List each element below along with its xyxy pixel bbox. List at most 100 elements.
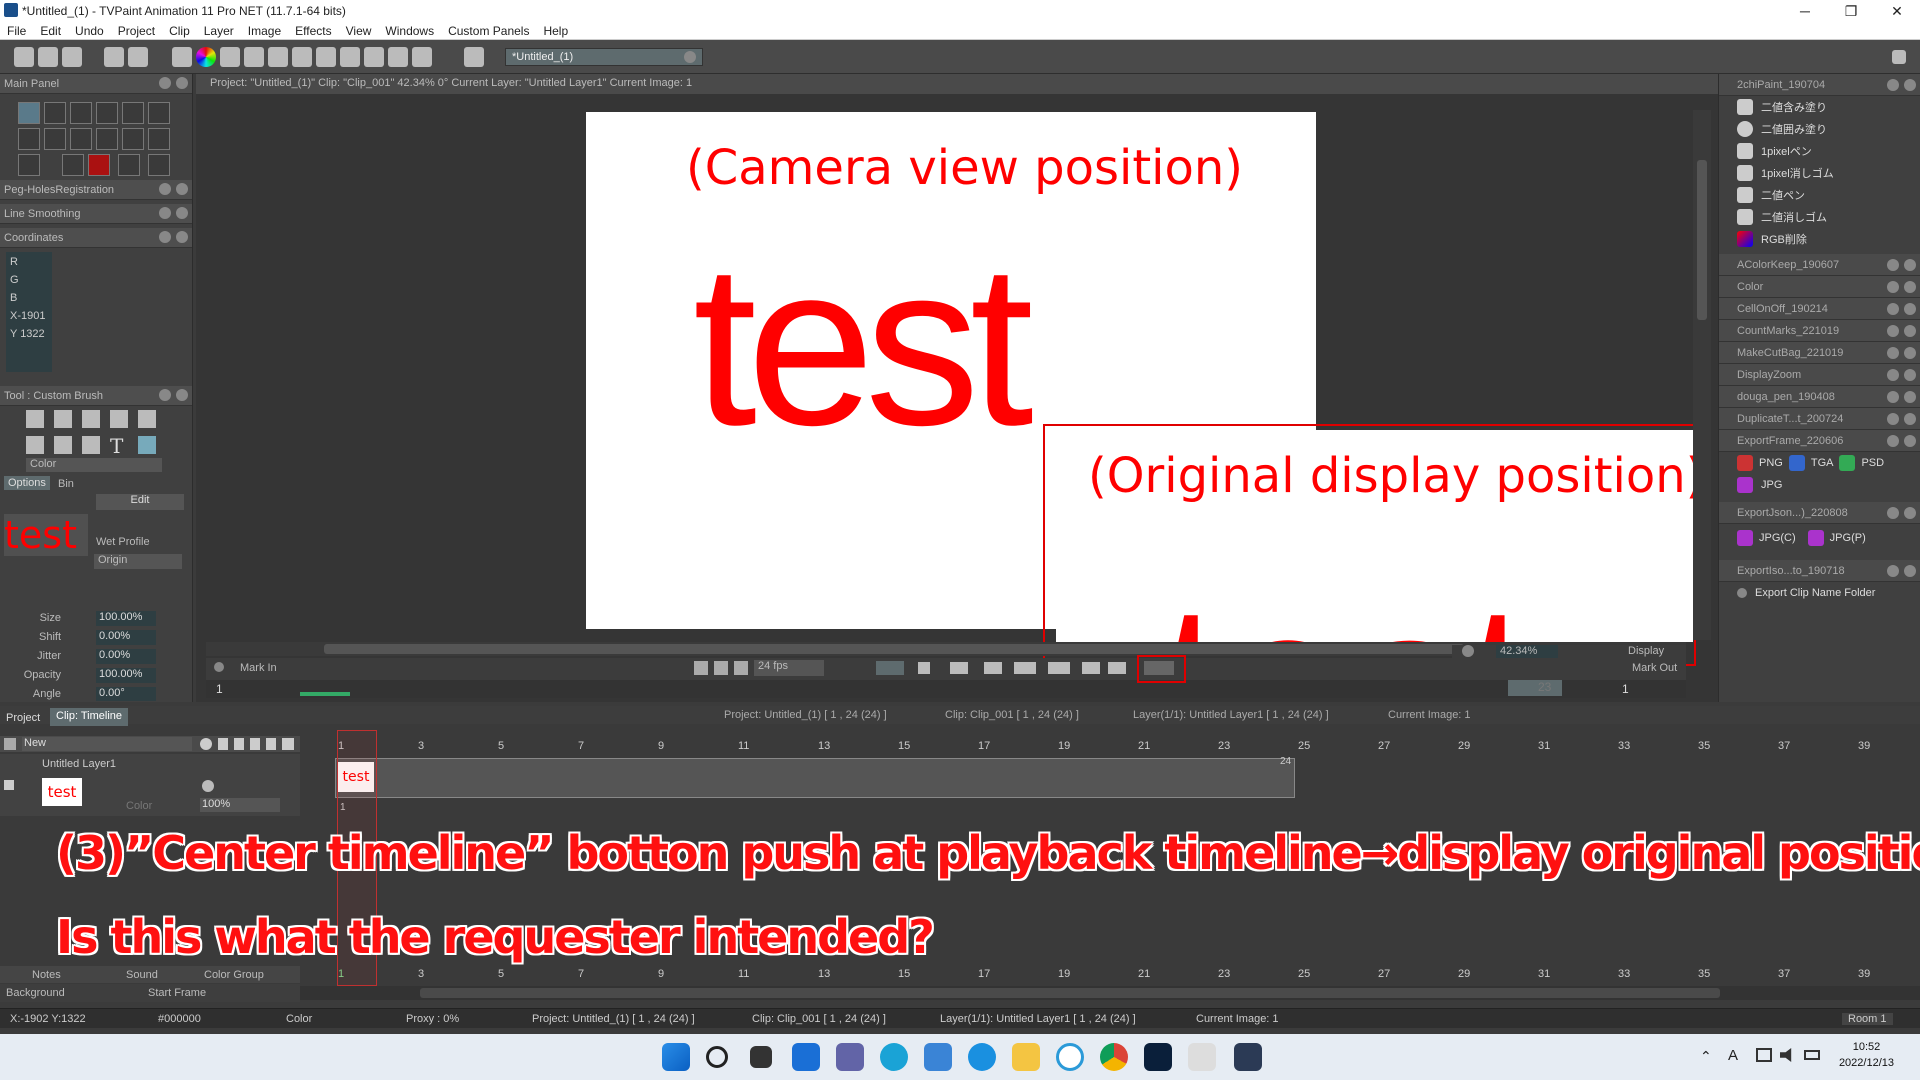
freehand-tool[interactable] [18,102,40,124]
room-selector[interactable]: Room 1 [1842,1013,1893,1025]
panel-menu-icon[interactable] [159,77,171,89]
send-icon[interactable] [412,47,432,67]
keyboard-icon[interactable] [172,47,192,67]
battery-icon[interactable] [1804,1050,1820,1060]
param-size-value[interactable]: 100.00% [96,611,156,626]
layers-icon[interactable] [244,47,264,67]
panel-close-icon[interactable] [176,231,188,243]
help-icon[interactable] [464,47,484,67]
param-shift-value[interactable]: 0.00% [96,630,156,645]
panel-expand-icon[interactable] [1887,507,1899,519]
menu-custom-panels[interactable]: Custom Panels [441,24,536,38]
panel-close-icon[interactable] [1904,413,1916,425]
panel-expand-icon[interactable] [1887,435,1899,447]
panel-header[interactable]: ExportIso...to_190718 [1719,560,1920,582]
panel-close-icon[interactable] [1904,303,1916,315]
task-view-icon[interactable] [750,1046,772,1068]
panel-close-icon[interactable] [1904,79,1916,91]
ellipse-tool[interactable] [96,102,118,124]
redo-icon[interactable] [128,47,148,67]
menu-help[interactable]: Help [536,24,575,38]
magnifier-icon[interactable] [316,47,336,67]
transform-tool[interactable] [96,128,118,150]
out-frame-value[interactable]: 1 [1622,682,1629,696]
menu-layer[interactable]: Layer [197,24,241,38]
timeline-scrollbar[interactable] [300,986,1920,1000]
ruler-icon[interactable] [292,47,312,67]
panel-close-icon[interactable] [1904,259,1916,271]
timeline-track[interactable] [335,758,1295,798]
panel-expand-icon[interactable] [1887,281,1899,293]
background-dropdown[interactable]: Background [6,987,65,999]
tab-options[interactable]: Options [4,476,50,490]
layer-brush-icon[interactable] [4,780,14,790]
tab-notes[interactable]: Notes [32,969,61,981]
camera-tool[interactable] [148,128,170,150]
last-frame-button[interactable] [984,662,1002,674]
export-folder-button[interactable]: Export Clip Name Folder [1719,582,1920,604]
panel-close-icon[interactable] [1904,565,1916,577]
link-icon[interactable] [250,738,260,750]
grid-tool[interactable] [122,128,144,150]
panel-header[interactable]: AColorKeep_190607 [1719,254,1920,276]
panel-header[interactable]: DisplayZoom [1719,364,1920,386]
speaker-icon[interactable] [1780,1048,1792,1062]
speaker-icon[interactable] [694,661,708,675]
eye-icon[interactable] [200,738,212,750]
prev-key-button[interactable] [1082,662,1100,674]
skull-tool[interactable] [18,154,40,176]
script-item[interactable]: 二値ペン [1719,184,1920,206]
maximize-button[interactable]: ❐ [1828,0,1874,22]
help-app-icon[interactable] [968,1043,996,1071]
rectangle-tool[interactable] [70,102,92,124]
new-file-icon[interactable] [14,47,34,67]
panel-close-icon[interactable] [1904,507,1916,519]
brush-airbrush-icon[interactable] [138,410,156,428]
panel-expand-icon[interactable] [1887,413,1899,425]
start-icon[interactable] [662,1043,690,1071]
photoshop-icon[interactable] [1144,1043,1172,1071]
brush-eraser-icon[interactable] [82,410,100,428]
tray-chevron-icon[interactable]: ⌃ [1700,1048,1712,1065]
viewer-vertical-scrollbar[interactable] [1693,110,1711,640]
text-tool-red[interactable] [88,154,110,176]
brush-knife-icon[interactable] [110,410,128,428]
panel-close-icon[interactable] [1904,347,1916,359]
light-icon[interactable] [234,738,244,750]
panel-close-icon[interactable] [1904,391,1916,403]
menu-edit[interactable]: Edit [33,24,68,38]
panel-menu-icon[interactable] [1887,79,1899,91]
teams-icon[interactable] [836,1043,864,1071]
undo-icon[interactable] [104,47,124,67]
new-layer-dropdown[interactable]: New [22,737,192,751]
script-item[interactable]: 二値囲み塗り [1719,118,1920,140]
jpg-c-icon[interactable] [1737,530,1753,546]
png-icon[interactable] [1737,455,1753,471]
taskbar-clock[interactable]: 10:52 2022/12/13 [1839,1039,1894,1071]
chrome-icon[interactable] [1100,1043,1128,1071]
menu-project[interactable]: Project [111,24,162,38]
ime-indicator[interactable]: A [1728,1047,1738,1064]
panel-expand-icon[interactable] [1887,347,1899,359]
wet-profile-label[interactable]: Wet Profile [96,536,150,548]
brush-pen-icon[interactable] [26,410,44,428]
panel-expand-icon[interactable] [1887,303,1899,315]
psd-icon[interactable] [1839,455,1856,471]
library-icon[interactable] [364,47,384,67]
next-key-button[interactable] [1108,662,1126,674]
custom-brush-icon[interactable] [138,436,156,454]
layers-icon[interactable] [4,738,16,750]
panel-expand-icon[interactable] [159,183,171,195]
menu-file[interactable]: File [0,24,33,38]
brush-water-icon[interactable] [82,436,100,454]
panel-expand-icon[interactable] [1887,565,1899,577]
zoom-value[interactable]: 42.34% [1496,645,1558,658]
file-explorer-icon[interactable] [1012,1043,1040,1071]
menu-undo[interactable]: Undo [68,24,111,38]
brush-marker-icon[interactable] [54,410,72,428]
display-icon[interactable] [1756,1048,1772,1062]
search-icon[interactable] [706,1046,728,1068]
step-back-button[interactable] [1014,662,1036,674]
loop-icon[interactable] [714,661,728,675]
edge-icon[interactable] [880,1043,908,1071]
